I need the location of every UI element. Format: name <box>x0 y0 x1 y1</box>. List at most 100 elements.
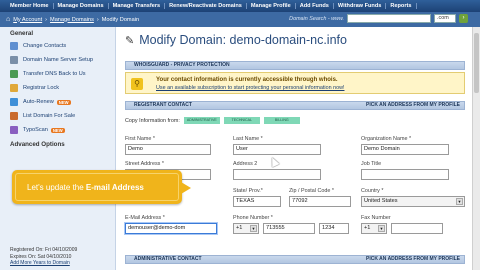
state-field[interactable]: TEXAS <box>233 196 281 207</box>
new-badge: NEW <box>50 127 65 133</box>
domain-search-label: Domain Search - www. <box>289 15 344 22</box>
registrant-header: REGISTRANT CONTACT PICK AN ADDRESS FROM … <box>125 101 465 110</box>
search-go-button[interactable]: › <box>459 14 468 23</box>
nav-member-home[interactable]: Member Home <box>6 3 54 9</box>
main-content: ✎ Modify Domain: demo-domain-nc.info WHO… <box>117 27 480 270</box>
chevron-down-icon: ▼ <box>378 225 385 232</box>
breadcrumb-my-account[interactable]: My Account <box>13 17 42 23</box>
breadcrumb-separator: › <box>96 16 99 23</box>
sidebar-item-dns-setup[interactable]: Domain Name Server Setup <box>0 53 115 67</box>
breadcrumb-current: Modify Domain <box>101 16 140 23</box>
callout-text-emphasis: E-mail Address <box>85 183 144 192</box>
fax-country-code-value: +1 <box>364 225 371 231</box>
sidebar-item-label: Registrar Lock <box>23 85 60 91</box>
fax-country-code-select[interactable]: +1 ▼ <box>361 223 387 234</box>
breadcrumb: ⌂ My Account › Manage Domains › Modify D… <box>0 12 480 27</box>
pick-address-link[interactable]: PICK AN ADDRESS FROM MY PROFILE <box>366 256 460 263</box>
sidebar-section-general: General <box>10 30 34 37</box>
copy-administrative-button[interactable]: ADMINISTRATIVE <box>183 117 220 124</box>
callout-pointer <box>181 182 191 194</box>
job-title-field[interactable] <box>361 169 449 180</box>
page-header: ✎ Modify Domain: demo-domain-nc.info <box>125 33 347 47</box>
callout-text: Let's update the E-mail Address <box>27 183 144 192</box>
vertical-scrollbar[interactable] <box>472 27 480 270</box>
lock-icon <box>10 84 18 92</box>
sidebar-item-label: Change Contacts <box>23 43 67 49</box>
copy-billing-button[interactable]: BILLING <box>263 117 300 124</box>
org-name-field[interactable]: Demo Domain <box>361 144 449 155</box>
sidebar-item-label: Domain Name Server Setup <box>23 57 93 63</box>
use-subscription-link[interactable]: Use an available subscription to start p… <box>156 85 344 91</box>
sidebar-item-label: Transfer DNS Back to Us <box>23 71 86 77</box>
sidebar-item-label: TypoScan <box>23 127 48 133</box>
sidebar-item-registrar-lock[interactable]: Registrar Lock <box>0 81 115 95</box>
state-label: State/ Prov.* <box>233 188 263 194</box>
new-badge: NEW <box>56 99 71 105</box>
callout-text-prefix: Let's update the <box>27 183 86 192</box>
privacy-notice: ⚲ Your contact information is currently … <box>125 72 465 94</box>
breadcrumb-manage-domains[interactable]: Manage Domains <box>50 17 94 23</box>
renew-icon <box>10 98 18 106</box>
sidebar-item-auto-renew[interactable]: Auto-Renew NEW <box>0 95 115 109</box>
last-name-field[interactable]: User <box>233 144 321 155</box>
typoscan-icon <box>10 126 18 134</box>
nav-withdraw-funds[interactable]: Withdraw Funds <box>334 3 387 9</box>
country-value: United States <box>364 198 398 204</box>
nav-add-funds[interactable]: Add Funds <box>296 3 334 9</box>
contacts-icon <box>10 42 18 50</box>
scrollbar-thumb[interactable] <box>474 33 479 93</box>
phone-label: Phone Number * <box>233 215 273 221</box>
transfer-icon <box>10 70 18 78</box>
nav-manage-domains[interactable]: Manage Domains <box>54 3 109 9</box>
domain-search-input[interactable] <box>347 14 431 23</box>
sale-icon <box>10 112 18 120</box>
breadcrumb-separator: › <box>45 16 48 23</box>
street-address-label: Street Address * <box>125 161 164 167</box>
tutorial-callout: Let's update the E-mail Address <box>12 170 191 204</box>
last-name-label: Last Name * <box>233 136 263 142</box>
copy-technical-button[interactable]: TECHNICAL <box>223 117 260 124</box>
nav-reports[interactable]: Reports <box>386 3 417 9</box>
nav-manage-transfers[interactable]: Manage Transfers <box>109 3 166 9</box>
privacy-message: Your contact information is currently ac… <box>156 77 338 83</box>
edit-icon: ✎ <box>125 34 135 47</box>
registrant-header-label: REGISTRANT CONTACT <box>134 102 192 108</box>
add-years-link[interactable]: Add More Years to Domain <box>10 260 77 267</box>
mouse-cursor <box>268 155 280 168</box>
copy-information-row: Copy Information from: ADMINISTRATIVE TE… <box>125 117 300 124</box>
tld-select[interactable]: .com <box>434 14 456 23</box>
nav-renew-domains[interactable]: Renew/Reactivate Domains <box>165 3 247 9</box>
sidebar-item-label: Auto-Renew <box>23 99 54 105</box>
lock-icon: ⚲ <box>131 78 143 90</box>
country-select[interactable]: United States ▼ <box>361 196 465 207</box>
top-navigation: Member Home Manage Domains Manage Transf… <box>0 0 480 12</box>
administrative-header: ADMINISTRATIVE CONTACT PICK AN ADDRESS F… <box>125 255 465 264</box>
zip-field[interactable]: 77092 <box>289 196 351 207</box>
sidebar-item-transfer-dns[interactable]: Transfer DNS Back to Us <box>0 67 115 81</box>
org-name-label: Organization Name * <box>361 136 412 142</box>
phone-number-field[interactable]: 713555 <box>263 223 315 234</box>
fax-number-field[interactable] <box>391 223 443 234</box>
home-icon[interactable]: ⌂ <box>6 16 10 23</box>
phone-country-code-select[interactable]: +1 ▼ <box>233 223 259 234</box>
sidebar-item-label: List Domain For Sale <box>23 113 76 119</box>
email-field[interactable]: demouser@demo-dom <box>125 223 217 234</box>
fax-label: Fax Number <box>361 215 391 221</box>
nav-manage-profile[interactable]: Manage Profile <box>247 3 296 9</box>
page-title: Modify Domain: demo-domain-nc.info <box>139 33 347 47</box>
sidebar-item-list-for-sale[interactable]: List Domain For Sale <box>0 109 115 123</box>
administrative-header-label: ADMINISTRATIVE CONTACT <box>134 256 202 262</box>
registered-date: Registered On: Fri 04/10/2009 <box>10 247 78 253</box>
phone-country-code-value: +1 <box>236 225 243 231</box>
country-label: Country * <box>361 188 384 194</box>
phone-extension-field[interactable]: 1234 <box>319 223 349 234</box>
sidebar-item-change-contacts[interactable]: Change Contacts <box>0 39 115 53</box>
sidebar-item-typoscan[interactable]: TypoScan NEW <box>0 123 115 137</box>
first-name-label: First Name * <box>125 136 155 142</box>
address2-field[interactable] <box>233 169 321 180</box>
sidebar: General Change Contacts Domain Name Serv… <box>0 27 116 270</box>
copy-label: Copy Information from: <box>125 117 180 124</box>
email-label: E-Mail Address * <box>125 215 165 221</box>
pick-address-link[interactable]: PICK AN ADDRESS FROM MY PROFILE <box>366 102 460 109</box>
first-name-field[interactable]: Demo <box>125 144 211 155</box>
